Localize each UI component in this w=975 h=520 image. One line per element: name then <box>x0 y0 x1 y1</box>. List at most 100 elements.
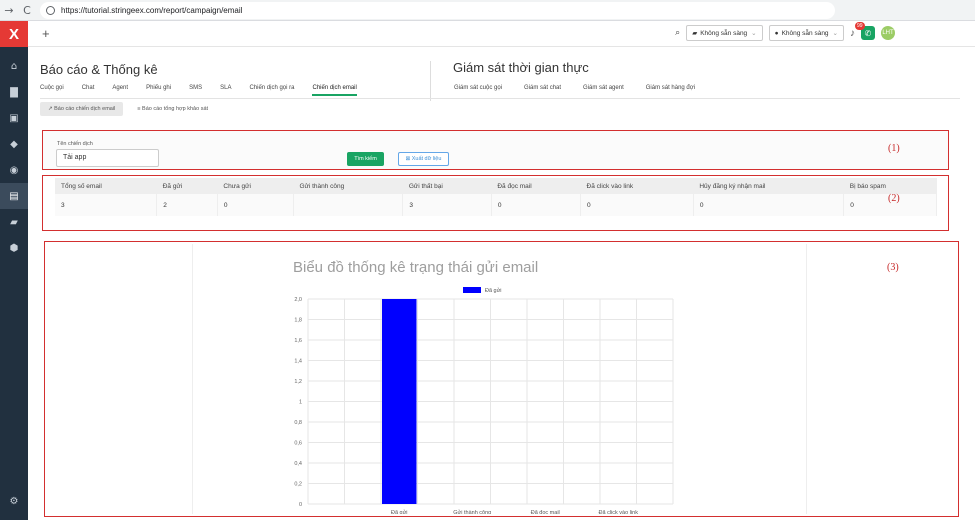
divider <box>430 61 431 101</box>
chat-icon[interactable]: ▰ <box>0 209 28 235</box>
bell-icon[interactable]: ♪ 99 <box>850 21 865 39</box>
cell-total-email: 3 <box>55 194 158 216</box>
contact-card-icon[interactable]: ▣ <box>0 105 28 131</box>
realtime-title: Giám sát thời gian thực <box>453 60 589 75</box>
tab-agent[interactable]: Agent <box>112 85 128 96</box>
search-button[interactable]: Tìm kiếm <box>347 152 384 166</box>
app-logo[interactable]: X <box>0 21 28 47</box>
legend-swatch <box>463 287 481 293</box>
tab-outbound-campaign[interactable]: Chiến dịch gọi ra <box>249 85 294 96</box>
avatar[interactable]: LHT <box>881 26 895 40</box>
box-icon[interactable]: ⬢ <box>0 235 28 261</box>
address-bar[interactable]: https://tutorial.stringeex.com/report/ca… <box>40 2 835 19</box>
chat-icon: ▰ <box>692 30 698 37</box>
chart-panel: Biểu đồ thống kê trạng thái gửi email 00… <box>192 244 807 514</box>
x-tick-label: Đã gửi <box>391 509 408 514</box>
y-tick-label: 2,0 <box>294 297 302 303</box>
status-dot-icon: ● <box>774 29 779 37</box>
subtab-survey-report[interactable]: ≡ Báo cáo tổng hợp khảo sát <box>129 102 216 116</box>
col-sent: Đã gửi <box>156 178 218 194</box>
col-not-sent: Chưa gửi <box>217 178 294 194</box>
filter-section: Tên chiến dịch Tải app Tìm kiếm ⊠ Xuất d… <box>42 130 949 170</box>
tabs-divider <box>40 98 960 99</box>
globe-icon <box>46 6 55 15</box>
tab-calls[interactable]: Cuộc gọi <box>40 85 64 96</box>
section-marker-2: (2) <box>888 193 900 204</box>
subtab-email-report[interactable]: ↗ Báo cáo chiến dịch email <box>40 102 124 116</box>
y-tick-label: 1,2 <box>294 379 302 385</box>
chevron-down-icon: ⌄ <box>832 30 838 37</box>
x-tick-label: Gửi thành công <box>453 509 491 514</box>
tab-email-campaign[interactable]: Chiến dịch email <box>312 85 357 96</box>
col-total-email: Tổng số email <box>55 178 157 194</box>
gear-icon[interactable]: ⚙ <box>0 488 28 514</box>
chat-status-label: Không sẵn sàng <box>700 29 748 37</box>
folder-icon[interactable]: ▇ <box>0 79 28 105</box>
col-unsubscribed: Hủy đăng ký nhận mail <box>693 178 844 194</box>
y-tick-label: 0,2 <box>294 482 302 488</box>
realtime-tabs: Giám sát cuộc gọi Giám sát chat Giám sát… <box>454 85 717 94</box>
col-spam: Bị báo spam <box>843 178 937 194</box>
report-tabs: Cuộc gọi Chat Agent Phiếu ghi SMS SLA Ch… <box>40 85 375 96</box>
campaign-name-label: Tên chiến dịch <box>57 141 93 147</box>
search-icon[interactable]: ⌕ <box>675 28 680 38</box>
cell-not-sent: 0 <box>217 194 294 216</box>
cell-success <box>293 194 404 216</box>
stats-table: Tổng số email Đã gửi Chưa gửi Gửi thành … <box>55 178 937 216</box>
export-button[interactable]: ⊠ Xuất dữ liệu <box>398 152 449 166</box>
subtab-label: Báo cáo tổng hợp khảo sát <box>142 106 209 112</box>
campaign-name-input[interactable]: Tải app <box>56 149 159 167</box>
y-tick-label: 1 <box>299 400 302 406</box>
tab-chat[interactable]: Chat <box>82 85 95 96</box>
x-tick-label: Đã đọc mail <box>531 510 560 514</box>
call-status-dropdown[interactable]: ● Không sẵn sàng ⌄ <box>768 25 844 41</box>
forward-icon[interactable]: → <box>0 4 18 17</box>
export-label: Xuất dữ liệu <box>411 156 442 162</box>
cell-unsubscribed: 0 <box>693 194 845 216</box>
tab-monitor-chat[interactable]: Giám sát chat <box>524 85 561 94</box>
cell-sent: 2 <box>156 194 218 216</box>
x-tick-label: Đã click vào link <box>599 510 639 514</box>
tab-monitor-queue[interactable]: Giám sát hàng đợi <box>646 85 695 94</box>
chat-status-dropdown[interactable]: ▰ Không sẵn sàng ⌄ <box>686 25 763 41</box>
y-tick-label: 0,8 <box>294 420 302 426</box>
subtabs: ↗ Báo cáo chiến dịch email ≡ Báo cáo tổn… <box>40 102 216 116</box>
main-content: Báo cáo & Thống kê Giám sát thời gian th… <box>28 47 975 520</box>
add-tab-button[interactable]: + <box>42 26 50 41</box>
bar-chart: 0 0,2 0,4 0,6 0,8 1 1,2 1,4 1,6 1,8 2,0 Đã gửi Gửi t… <box>294 287 674 514</box>
bar <box>382 299 417 504</box>
table-row: 3 2 0 3 0 0 0 0 <box>55 194 937 216</box>
tab-monitor-agent[interactable]: Giám sát agent <box>583 85 624 94</box>
y-tick-label: 0,6 <box>294 441 302 447</box>
chevron-down-icon: ⌄ <box>751 30 757 37</box>
y-tick-label: 1,4 <box>294 359 302 365</box>
cell-read: 0 <box>491 194 582 216</box>
table-header-row: Tổng số email Đã gửi Chưa gửi Gửi thành … <box>55 178 937 194</box>
y-tick-label: 0,4 <box>294 461 302 467</box>
section-marker-3: (3) <box>887 262 899 273</box>
tab-sla[interactable]: SLA <box>220 85 231 96</box>
col-clicked: Đã click vào link <box>580 178 694 194</box>
home-icon[interactable]: ⌂ <box>0 53 28 79</box>
col-read: Đã đọc mail <box>491 178 581 194</box>
stats-section: Tổng số email Đã gửi Chưa gửi Gửi thành … <box>42 175 949 231</box>
tab-monitor-calls[interactable]: Giám sát cuộc gọi <box>454 85 502 94</box>
y-tick-label: 0 <box>299 502 302 508</box>
page-title: Báo cáo & Thống kê <box>40 62 158 77</box>
y-tick-label: 1,6 <box>294 338 302 344</box>
y-tick-label: 1,8 <box>294 318 302 324</box>
reload-icon[interactable]: C <box>18 4 36 17</box>
tab-sms[interactable]: SMS <box>189 85 202 96</box>
browser-toolbar: → C https://tutorial.stringeex.com/repor… <box>0 0 975 21</box>
target-icon[interactable]: ◉ <box>0 157 28 183</box>
col-failed: Gửi thất bại <box>402 178 492 194</box>
section-marker-1: (1) <box>888 143 900 154</box>
call-status-label: Không sẵn sàng <box>781 29 829 37</box>
legend-label: Đã gửi <box>485 287 502 294</box>
tab-tickets[interactable]: Phiếu ghi <box>146 85 171 96</box>
cell-clicked: 0 <box>580 194 694 216</box>
app-topbar: + ⌕ ▰ Không sẵn sàng ⌄ ● Không sẵn sàng … <box>28 21 975 47</box>
report-icon[interactable]: ▤ <box>0 183 28 209</box>
tag-icon[interactable]: ◆ <box>0 131 28 157</box>
notification-badge: 99 <box>855 21 865 30</box>
